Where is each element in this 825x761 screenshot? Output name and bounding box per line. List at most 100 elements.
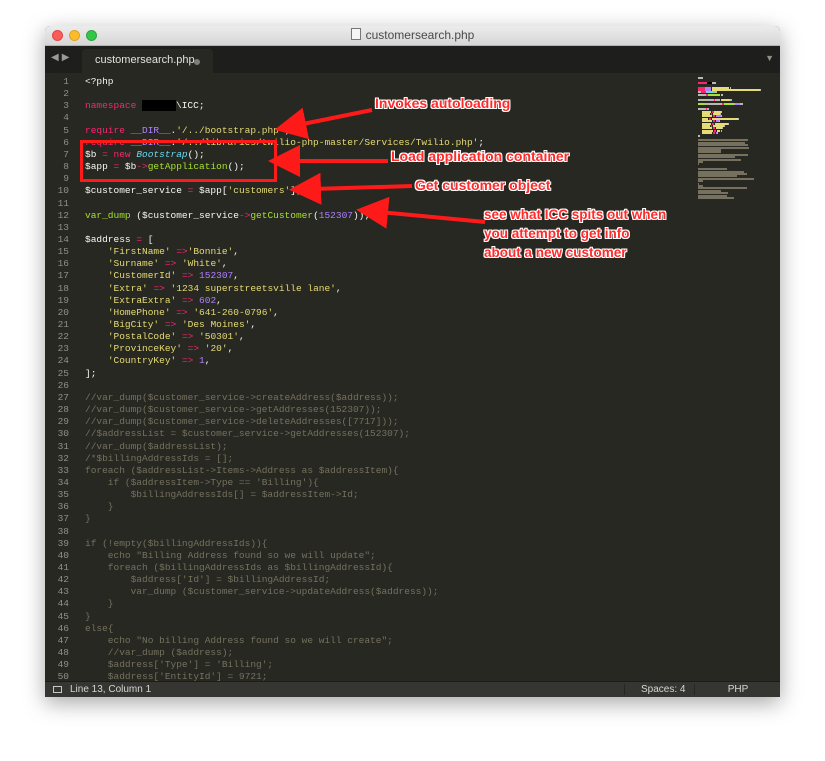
code-token: '50301' xyxy=(199,331,239,343)
code-line[interactable]: namespace \ICC; xyxy=(85,100,205,112)
line-number: 9 xyxy=(63,173,69,185)
code-token: /*$billingAddressIds = []; xyxy=(85,452,234,464)
tab-customersearch[interactable]: customersearch.php xyxy=(82,49,213,73)
code-line[interactable]: ]; xyxy=(85,368,96,379)
line-number: 23 xyxy=(57,343,69,355)
line-number: 22 xyxy=(57,331,69,343)
code-line[interactable]: //var_dump($customer_service->getAddress… xyxy=(85,404,381,415)
code-line[interactable]: <?php xyxy=(85,76,114,87)
code-line[interactable]: $address['Id'] = $billingAddressId; xyxy=(85,574,331,585)
code-line[interactable]: 'HomePhone' => '641-260-0796', xyxy=(85,307,279,318)
code-token: 'ExtraExtra' xyxy=(107,294,177,306)
minimap-mark xyxy=(711,81,716,84)
minimap-mark xyxy=(698,103,706,106)
line-number: 20 xyxy=(57,306,69,318)
code-line[interactable]: $billingAddressIds[] = $addressItem->Id; xyxy=(85,489,359,500)
code-line[interactable]: echo "Billing Address found so we will u… xyxy=(85,550,376,561)
code-line[interactable]: $address = [ xyxy=(85,234,153,245)
code-token: 152307 xyxy=(199,270,234,282)
minimap-mark xyxy=(707,93,721,96)
minimap-mark xyxy=(720,129,722,132)
code-line[interactable]: 'PostalCode' => '50301', xyxy=(85,331,245,342)
code-line[interactable]: 'BigCity' => 'Des Moines', xyxy=(85,319,256,330)
code-line[interactable]: } xyxy=(85,598,114,609)
code-line[interactable]: //var_dump($customer_service->deleteAddr… xyxy=(85,416,399,427)
line-number: 37 xyxy=(57,513,69,525)
code-line[interactable]: var_dump ($customer_service->getCustomer… xyxy=(85,210,370,221)
panel-toggle-icon[interactable] xyxy=(53,686,62,693)
code-line[interactable]: 'Surname' => 'White', xyxy=(85,258,228,269)
indentation-selector[interactable]: Spaces: 4 xyxy=(624,684,694,695)
code-line[interactable]: /*$billingAddressIds = []; xyxy=(85,453,233,464)
code-line[interactable]: } xyxy=(85,513,91,524)
code-line[interactable]: //var_dump($addressList); xyxy=(85,441,228,452)
code-token: } xyxy=(85,610,91,622)
code-token: => xyxy=(164,258,177,270)
tab-navigation: ◀▶ xyxy=(51,52,72,63)
code-line[interactable]: } xyxy=(85,501,114,512)
tab-bar: ◀▶ customersearch.php ▼ xyxy=(45,46,780,73)
code-line[interactable]: echo "No billing Address found so we wil… xyxy=(85,635,393,646)
line-number: 48 xyxy=(57,647,69,659)
code-line[interactable]: foreach ($addressList->Items->Address as… xyxy=(85,465,399,476)
minimap-mark xyxy=(724,125,726,127)
line-number: 28 xyxy=(57,404,69,416)
tab-back-icon[interactable]: ◀ xyxy=(51,52,62,63)
code-token: //var_dump($customer_service->getAddress… xyxy=(85,404,382,416)
code-token: , xyxy=(227,343,234,355)
code-line[interactable]: 'CountryKey' => 1, xyxy=(85,355,211,367)
code-token: echo "No billing Address found so we wil… xyxy=(85,634,393,646)
line-number: 44 xyxy=(57,598,69,610)
tab-forward-icon[interactable]: ▶ xyxy=(62,52,73,63)
code-line[interactable]: //$addressList = $customer_service->getA… xyxy=(85,428,410,439)
code-line[interactable]: 'CustomerId' => 152307, xyxy=(85,270,239,281)
minimap[interactable] xyxy=(696,73,780,203)
code-line[interactable]: if (!empty($billingAddressIds)){ xyxy=(85,538,267,549)
code-line[interactable]: if ($addressItem->Type == 'Billing'){ xyxy=(85,477,319,488)
line-number: 31 xyxy=(57,440,69,452)
code-line[interactable]: 'ExtraExtra' => 602, xyxy=(85,295,222,306)
annotation-autoloading: Invokes autoloading xyxy=(375,95,511,111)
redacted-text xyxy=(142,100,177,112)
code-token: => xyxy=(181,331,194,343)
annotation-spits-line1: see what ICC spits out when xyxy=(484,207,667,222)
code-token: , xyxy=(335,282,342,294)
line-number: 3 xyxy=(63,100,69,112)
code-token: -> xyxy=(238,209,251,221)
line-number: 49 xyxy=(57,659,69,671)
code-token: '1234 superstreetsville lane' xyxy=(170,282,336,294)
code-line[interactable]: //var_dump($customer_service->createAddr… xyxy=(85,392,399,403)
code-token: , xyxy=(204,355,211,367)
minimap-mark xyxy=(698,98,715,101)
code-line[interactable]: require __DIR__.'/../bootstrap.php'; xyxy=(85,125,290,136)
code-line[interactable]: 'ProvinceKey' => '20', xyxy=(85,343,233,354)
line-number: 18 xyxy=(57,282,69,294)
code-line[interactable]: //var_dump ($address); xyxy=(85,647,233,658)
minimap-mark xyxy=(760,89,762,91)
code-token: , xyxy=(233,246,239,258)
code-line[interactable]: else{ xyxy=(85,623,114,634)
code-line[interactable]: 'FirstName' =>'Bonnie', xyxy=(85,246,239,257)
code-line[interactable]: $address['Type'] = 'Billing'; xyxy=(85,659,273,670)
line-number: 46 xyxy=(57,622,69,634)
code-line[interactable]: 'Extra' => '1234 superstreetsville lane'… xyxy=(85,283,342,294)
code-line[interactable]: foreach ($billingAddressIds as $billingA… xyxy=(85,562,393,573)
code-token: ; xyxy=(478,136,485,148)
code-token: if ($addressItem->Type == 'Billing'){ xyxy=(85,476,319,488)
code-line[interactable]: $customer_service = $app['customers']; xyxy=(85,185,302,196)
annotation-container: Load application container xyxy=(391,148,570,164)
code-line[interactable]: var_dump ($customer_service->updateAddre… xyxy=(85,586,439,597)
code-token: 'Extra' xyxy=(107,282,148,294)
code-token: => xyxy=(187,343,200,355)
tab-menu-icon[interactable]: ▼ xyxy=(765,53,774,63)
unsaved-dot-icon[interactable] xyxy=(194,59,200,65)
line-number: 4 xyxy=(63,112,69,124)
code-token: 'PostalCode' xyxy=(107,331,177,343)
code-line[interactable]: } xyxy=(85,611,91,622)
syntax-selector[interactable]: PHP xyxy=(694,684,780,695)
